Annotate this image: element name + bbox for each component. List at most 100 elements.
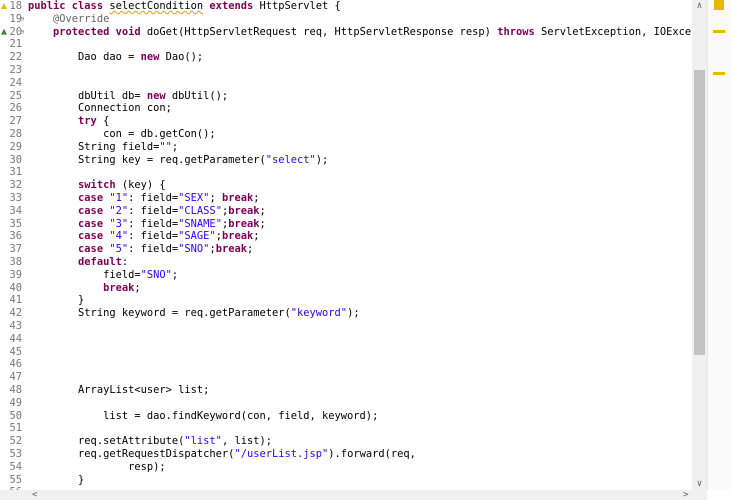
code-line[interactable]: req.setAttribute("list", list); — [28, 435, 272, 448]
code-line[interactable]: list = dao.findKeyword(con, field, keywo… — [28, 410, 378, 423]
code-token: ; — [171, 140, 179, 153]
code-token: case — [78, 230, 110, 243]
code-line[interactable]: switch (key) { — [28, 179, 166, 192]
line-number: 51 — [9, 422, 22, 435]
code-token: case — [78, 192, 110, 204]
scroll-left-arrow-icon[interactable]: < — [32, 490, 37, 500]
code-line[interactable]: field="SNO"; — [28, 269, 178, 282]
line-number: 35 — [9, 217, 22, 230]
horizontal-scrollbar[interactable]: < > — [0, 490, 707, 500]
code-token: try — [78, 115, 104, 128]
line-number: 55 — [9, 473, 22, 486]
line-number: 48 — [9, 384, 22, 396]
line-number: 25 — [9, 89, 22, 102]
code-token: resp); — [28, 460, 166, 473]
scroll-down-arrow-icon[interactable]: ∨ — [692, 478, 707, 490]
code-token: ; — [253, 230, 260, 243]
code-line[interactable]: break; — [28, 282, 141, 295]
vertical-scrollbar[interactable]: ∧ ∨ — [692, 0, 707, 490]
code-line[interactable]: dbUtil db= new dbUtil(); — [28, 90, 228, 103]
ruler-warning-marker[interactable] — [713, 30, 725, 33]
code-line[interactable]: public class selectCondition extends Htt… — [28, 0, 341, 13]
code-token: ; — [259, 217, 266, 230]
code-token: ; — [209, 192, 222, 204]
code-token: throws — [497, 25, 541, 38]
code-token: ; — [134, 281, 141, 294]
code-token: : field= — [128, 217, 179, 230]
code-line[interactable]: Dao dao = new Dao(); — [28, 51, 203, 64]
code-line[interactable]: case "5": field="SNO";break; — [28, 243, 253, 256]
code-line[interactable]: } — [28, 294, 84, 307]
overview-ruler[interactable] — [707, 0, 732, 490]
scroll-right-arrow-icon[interactable]: > — [683, 490, 688, 500]
code-line[interactable]: ArrayList<user> list; — [28, 384, 209, 397]
code-line[interactable]: } — [28, 474, 84, 487]
code-editor[interactable]: 18 19 ⊖ 20 ⊖ 21 22 23 24 25 26 27 28 29 30 31 32 33 34 35 36… — [0, 0, 692, 490]
code-line[interactable]: case "1": field="SEX"; break; — [28, 192, 259, 205]
line-number: 36 — [9, 230, 22, 243]
line-number-gutter: 18 19 ⊖ 20 ⊖ 21 22 23 24 25 26 27 28 29 30 31 32 33 34 35 36… — [0, 0, 24, 490]
code-line[interactable]: case "3": field="SNAME";break; — [28, 218, 266, 231]
line-number: 38 — [9, 256, 22, 268]
code-token: protected void — [53, 25, 147, 38]
line-number: 44 — [9, 332, 22, 345]
code-line[interactable]: req.getRequestDispatcher("/userList.jsp"… — [28, 448, 416, 461]
code-token: ); — [315, 153, 329, 166]
code-token: break — [221, 192, 254, 204]
code-token: "3" — [109, 217, 129, 230]
code-token: @Override — [53, 12, 110, 25]
code-token: : field= — [128, 192, 179, 204]
fold-toggle-icon[interactable]: ⊖ — [20, 26, 28, 39]
code-token: "2" — [109, 204, 129, 217]
code-token: "/userList.jsp" — [234, 448, 329, 460]
fold-toggle-icon[interactable]: ⊖ — [20, 13, 28, 26]
code-line[interactable]: Connection con; — [28, 102, 172, 115]
line-number: 27 — [9, 115, 22, 128]
line-number: 21 — [9, 38, 22, 51]
code-token: Dao dao = — [28, 51, 141, 64]
code-token: "CLASS" — [178, 204, 222, 217]
code-token: new — [140, 51, 166, 64]
scroll-up-arrow-icon[interactable]: ∧ — [692, 0, 707, 12]
scrollbar-thumb[interactable] — [694, 70, 705, 355]
code-token: new — [146, 89, 172, 102]
code-token: case — [78, 204, 110, 217]
code-token: ; — [171, 268, 179, 281]
code-line[interactable]: resp); — [28, 461, 166, 474]
line-number: 49 — [9, 396, 22, 409]
code-token: doGet(HttpServletRequest req, HttpServle… — [146, 25, 498, 38]
code-line[interactable]: default: — [28, 256, 128, 269]
code-line[interactable]: con = db.getCon(); — [28, 128, 216, 141]
ruler-warning-marker[interactable] — [713, 72, 725, 75]
code-line[interactable]: case "4": field="SAGE";break; — [28, 230, 260, 243]
line-number: 39 — [9, 268, 22, 281]
code-token: String field= — [28, 140, 160, 153]
line-number: 23 — [9, 64, 22, 76]
code-token: ).forward(req, — [328, 448, 416, 460]
code-line[interactable]: String key = req.getParameter("select"); — [28, 154, 328, 167]
warning-summary-icon[interactable] — [714, 0, 724, 10]
code-token: break — [228, 204, 260, 217]
code-line[interactable]: String field=""; — [28, 141, 178, 154]
code-line[interactable]: try { — [28, 115, 109, 128]
line-number: 33 — [9, 192, 22, 204]
code-line[interactable]: @Override — [28, 13, 109, 26]
code-token: case — [78, 217, 110, 230]
code-token: break — [215, 243, 247, 256]
code-token: String key = req.getParameter( — [28, 153, 266, 166]
code-line[interactable]: protected void doGet(HttpServletRequest … — [28, 26, 692, 39]
code-token: String keyword = req.getParameter( — [28, 307, 291, 320]
line-number: 30 — [9, 153, 22, 166]
code-token: ServletException, IOException { — [541, 25, 692, 38]
line-number: 52 — [9, 435, 22, 448]
code-line[interactable]: case "2": field="CLASS";break; — [28, 205, 266, 218]
code-line[interactable]: String keyword = req.getParameter("keywo… — [28, 307, 360, 320]
code-token: ); — [347, 307, 360, 320]
